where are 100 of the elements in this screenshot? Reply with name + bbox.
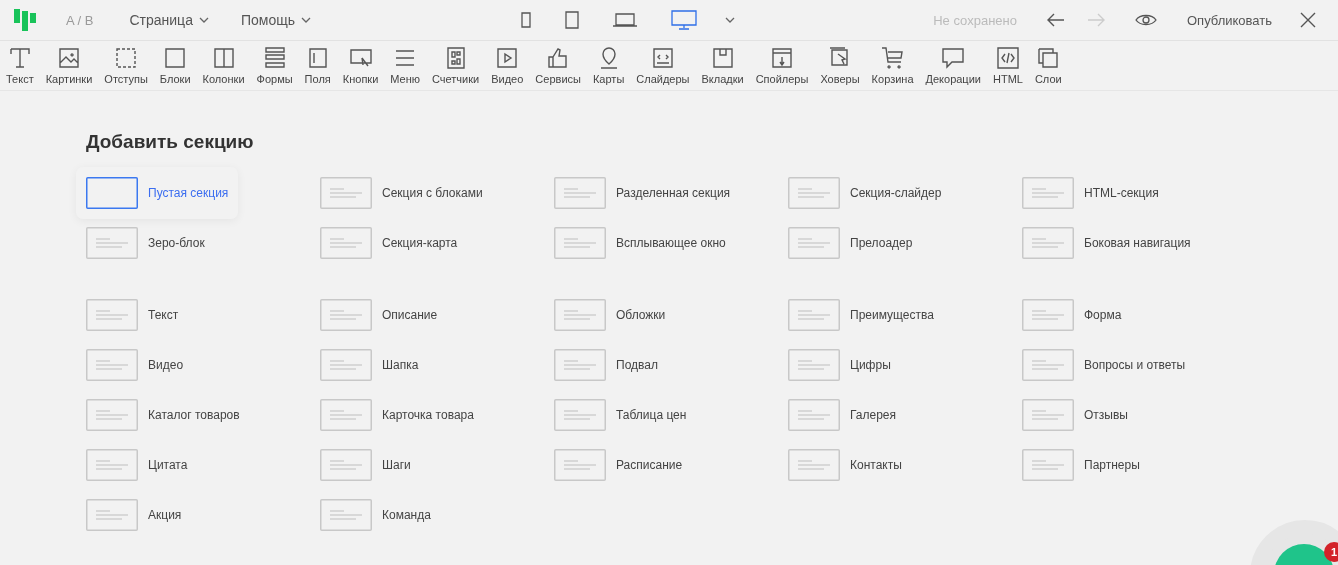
section-option[interactable]: Отзывы [1022, 399, 1128, 431]
toolbar-item[interactable]: HTML [988, 41, 1027, 85]
caret-icon [198, 17, 209, 23]
section-thumbnail-icon [1022, 449, 1074, 481]
spacing-icon [114, 46, 139, 70]
section-option[interactable]: Шаги [320, 449, 411, 481]
toolbar-item[interactable]: Картинки [41, 41, 97, 85]
undo-arrow-icon[interactable] [1047, 13, 1065, 27]
section-thumbnail-icon [554, 449, 606, 481]
cart-icon [880, 46, 905, 70]
section-thumbnail-icon [320, 399, 372, 431]
video-icon [495, 46, 520, 70]
section-option[interactable]: Партнеры [1022, 449, 1140, 481]
publish-button[interactable]: Опубликовать [1187, 12, 1272, 28]
notification-badge: 1 [1324, 542, 1338, 562]
toolbar-item[interactable]: Отступы [100, 41, 152, 85]
toolbar-item[interactable]: Слайдеры [632, 41, 694, 85]
section-option[interactable]: Форма [1022, 299, 1122, 331]
forms-icon [262, 46, 287, 70]
section-thumbnail-icon [86, 449, 138, 481]
toolbar-item[interactable]: Ховеры [816, 41, 864, 85]
menu-dropdown[interactable]: Помощь [240, 12, 311, 28]
toolbar-item[interactable]: Кнопки [338, 41, 383, 85]
section-option[interactable]: Преимущества [788, 299, 934, 331]
section-thumbnail-icon [86, 227, 138, 259]
section-option[interactable]: Карточка товара [320, 399, 474, 431]
desktop-icon [671, 10, 697, 30]
section-option[interactable]: Текст [86, 299, 179, 331]
section-option[interactable]: Контакты [788, 449, 902, 481]
section-thumbnail-icon [554, 349, 606, 381]
toolbar-item[interactable]: Поля [300, 41, 335, 85]
close-icon[interactable] [1300, 12, 1316, 28]
toolbar-item[interactable]: Декорации [921, 41, 985, 85]
toolbar-item[interactable]: Колонки [198, 41, 249, 85]
section-thumbnail-icon [86, 177, 138, 209]
toolbar-item[interactable]: Спойлеры [751, 41, 813, 85]
toolbar-item[interactable]: Текст [2, 41, 38, 85]
toolbar-item[interactable]: Вкладки [697, 41, 748, 85]
section-thumbnail-icon [320, 227, 372, 259]
section-heading: Добавить секцию [86, 131, 255, 153]
section-option[interactable]: Секция-карта [320, 227, 458, 259]
section-option[interactable]: Расписание [554, 449, 683, 481]
section-thumbnail-icon [86, 499, 138, 531]
section-option[interactable]: Прелоадер [788, 227, 913, 259]
section-thumbnail-icon [1022, 227, 1074, 259]
toolbar-item[interactable]: Меню [386, 41, 425, 85]
caret-icon[interactable] [725, 17, 735, 23]
section-thumbnail-icon [86, 399, 138, 431]
menu-dropdown[interactable]: Страница [129, 12, 209, 28]
section-option[interactable]: Всплывающее окно [554, 227, 726, 259]
section-option[interactable]: Команда [320, 499, 431, 531]
section-thumbnail-icon [788, 177, 840, 209]
section-thumbnail-icon [554, 177, 606, 209]
section-option[interactable]: HTML-секция [1022, 177, 1159, 209]
section-option[interactable]: Боковая навигация [1022, 227, 1191, 259]
section-option[interactable]: Акция [86, 499, 182, 531]
section-option[interactable]: Вопросы и ответы [1022, 349, 1186, 381]
section-option[interactable]: Каталог товаров [86, 399, 240, 431]
tablet-icon [565, 11, 579, 29]
section-option[interactable]: Галерея [788, 399, 897, 431]
section-option[interactable]: Секция с блоками [320, 177, 483, 209]
section-thumbnail-icon [320, 449, 372, 481]
section-option[interactable]: Цифры [788, 349, 891, 381]
toolbar-item[interactable]: Сервисы [531, 41, 585, 85]
section-thumbnail-icon [320, 349, 372, 381]
section-option[interactable]: Видео [86, 349, 184, 381]
toolbar-item[interactable]: Слои [1030, 41, 1066, 85]
toolbar-item[interactable]: Видео [487, 41, 528, 85]
speech-icon [941, 46, 966, 70]
section-thumbnail-icon [788, 299, 840, 331]
toolbar-item[interactable]: Счетчики [428, 41, 484, 85]
toolbar-item[interactable]: Карты [588, 41, 629, 85]
toolbar-item[interactable]: Блоки [155, 41, 195, 85]
section-option[interactable]: Таблица цен [554, 399, 687, 431]
section-thumbnail-icon [554, 399, 606, 431]
laptop-icon [613, 12, 637, 28]
section-thumbnail-icon [788, 349, 840, 381]
section-option[interactable]: Разделенная секция [554, 177, 731, 209]
columns-icon [211, 46, 236, 70]
image-icon [57, 46, 81, 70]
section-option[interactable]: Зеро-блок [86, 227, 205, 259]
section-thumbnail-icon [788, 399, 840, 431]
section-thumbnail-icon [1022, 177, 1074, 209]
section-thumbnail-icon [320, 177, 372, 209]
section-option[interactable]: Описание [320, 299, 438, 331]
eye-icon[interactable] [1135, 13, 1157, 27]
section-option[interactable]: Подвал [554, 349, 658, 381]
section-thumbnail-icon [1022, 399, 1074, 431]
section-thumbnail-icon [554, 299, 606, 331]
spoiler-icon [770, 46, 795, 70]
toolbar-item[interactable]: Формы [252, 41, 297, 85]
section-thumbnail-icon [788, 449, 840, 481]
phone-icon [521, 12, 531, 28]
toolbar-item[interactable]: Корзина [867, 41, 918, 85]
slider-icon [650, 46, 675, 70]
section-option[interactable]: Обложки [554, 299, 666, 331]
section-option[interactable]: Шапка [320, 349, 419, 381]
section-option[interactable]: Секция-слайдер [788, 177, 942, 209]
section-option[interactable]: Цитата [86, 449, 188, 481]
text-icon [7, 46, 32, 70]
